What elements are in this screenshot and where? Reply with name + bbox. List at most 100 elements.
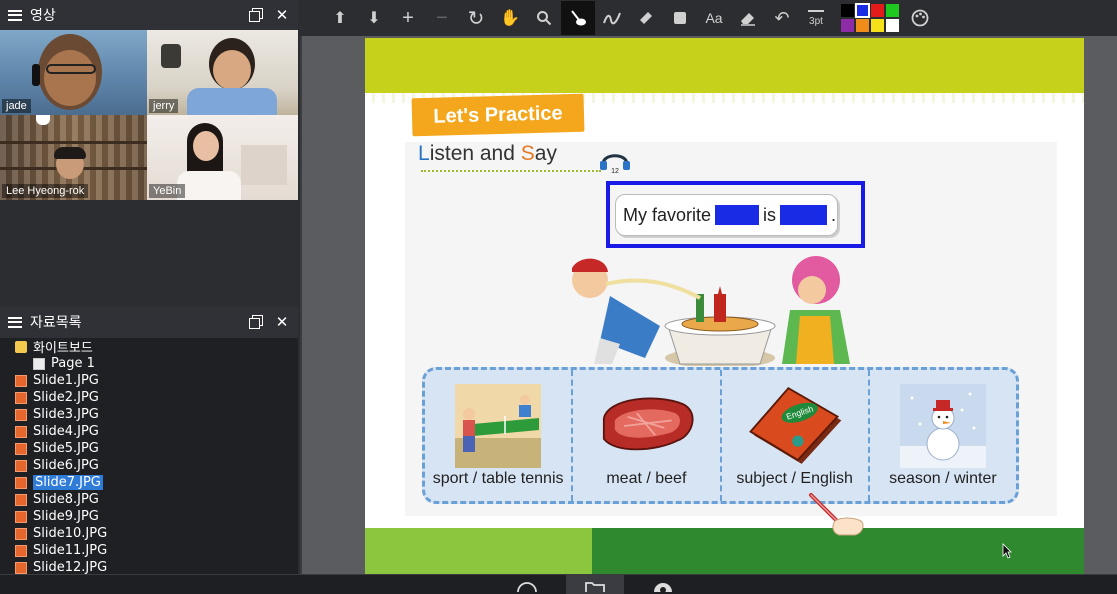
participant-name: YeBin: [149, 184, 186, 198]
palette-icon[interactable]: [903, 1, 937, 35]
file-label: Slide9.JPG: [33, 509, 99, 524]
folder-icon: [15, 340, 27, 353]
color-swatch[interactable]: [886, 4, 899, 17]
color-swatch[interactable]: [841, 19, 854, 32]
file-label: Slide2.JPG: [33, 390, 99, 405]
pointer-hand-icon: [809, 493, 864, 536]
color-swatch[interactable]: [871, 4, 884, 17]
search-icon[interactable]: [527, 1, 561, 35]
file-label: Slide1.JPG: [33, 373, 99, 388]
color-swatch[interactable]: [886, 19, 899, 32]
image-file-icon: [15, 459, 27, 472]
file-label: Slide4.JPG: [33, 424, 99, 439]
color-swatch[interactable]: [855, 3, 870, 18]
folder-label: 화이트보드: [33, 341, 93, 356]
video-tile-jade[interactable]: jade: [0, 30, 147, 115]
file-label: Slide7.JPG: [33, 475, 103, 490]
stroke-size-label: 3pt: [809, 15, 823, 27]
restore-icon[interactable]: [248, 314, 264, 330]
help-icon[interactable]: [634, 575, 692, 594]
menu-icon[interactable]: [8, 9, 22, 21]
whiteboard-toolbar: ⬆ ⬇ + − ↻ ✋ Aa ↶ 3pt: [300, 0, 1117, 36]
vocab-card-season: season / winter: [870, 370, 1016, 501]
pizza-scene-illustration: [572, 256, 850, 366]
vocab-card-subject: English subject / English: [722, 370, 870, 501]
file-item[interactable]: Slide3.JPG: [0, 406, 298, 423]
stroke-size-icon: [808, 9, 824, 12]
image-file-icon: [15, 391, 27, 404]
file-item[interactable]: Slide4.JPG: [0, 423, 298, 440]
image-file-icon: [15, 476, 27, 489]
image-file-icon: [15, 374, 27, 387]
file-label: Slide11.JPG: [33, 543, 108, 558]
image-file-icon: [15, 408, 27, 421]
title-underline: [421, 170, 601, 172]
video-panel-title: 영상: [30, 8, 56, 24]
video-tile-jerry[interactable]: jerry: [147, 30, 298, 115]
page-icon: [33, 357, 45, 370]
app-window: 영상 ✕ jade jerry Lee Hyeong-rok YeBin 자료목…: [0, 0, 1117, 594]
files-panel-title: 자료목록: [30, 315, 82, 331]
hand-icon[interactable]: ✋: [493, 1, 527, 35]
card-caption: subject / English: [736, 470, 853, 487]
pen-icon[interactable]: [595, 1, 629, 35]
arrow-down-icon[interactable]: ⬇: [357, 1, 391, 35]
sentence-middle: is: [763, 204, 777, 225]
snowman-image: [899, 384, 986, 468]
restore-icon[interactable]: [248, 7, 264, 23]
file-item[interactable]: Slide12.JPG: [0, 559, 298, 574]
folder-item-whiteboard[interactable]: 화이트보드: [0, 338, 298, 356]
participant-name: jade: [2, 99, 31, 113]
file-item[interactable]: Slide2.JPG: [0, 389, 298, 406]
files-list: 화이트보드 Page 1 Slide1.JPG Slide2.JPG Slide3.…: [0, 338, 298, 574]
color-swatch[interactable]: [871, 19, 884, 32]
page-item[interactable]: Page 1: [0, 355, 298, 372]
color-swatch[interactable]: [841, 4, 854, 17]
file-item[interactable]: Slide1.JPG: [0, 372, 298, 389]
text-tool-icon[interactable]: Aa: [697, 1, 731, 35]
highlighter-icon[interactable]: [629, 1, 663, 35]
page-label: Page 1: [51, 356, 95, 371]
color-swatch[interactable]: [856, 19, 869, 32]
menu-icon[interactable]: [8, 316, 22, 328]
video-panel-empty-area: [0, 200, 298, 303]
file-item[interactable]: Slide6.JPG: [0, 457, 298, 474]
arrow-up-icon[interactable]: ⬆: [323, 1, 357, 35]
video-tile-lee-hyeong-rok[interactable]: Lee Hyeong-rok: [0, 115, 147, 200]
shape-icon[interactable]: [663, 1, 697, 35]
undo-icon[interactable]: ↶: [765, 1, 799, 35]
zoom-in-icon[interactable]: +: [391, 1, 425, 35]
card-caption: meat / beef: [606, 470, 687, 487]
eraser-icon[interactable]: [731, 1, 765, 35]
image-file-icon: [15, 425, 27, 438]
blank-box-2: [780, 205, 828, 225]
file-item[interactable]: Slide10.JPG: [0, 525, 298, 542]
emoji-icon[interactable]: [498, 575, 556, 594]
file-label: Slide5.JPG: [33, 441, 99, 456]
file-item[interactable]: Slide8.JPG: [0, 491, 298, 508]
mouse-cursor-icon: [1002, 543, 1012, 559]
english-book-image: English: [748, 386, 841, 464]
file-label: Slide10.JPG: [33, 526, 108, 541]
file-item[interactable]: Slide5.JPG: [0, 440, 298, 457]
stroke-size-button[interactable]: 3pt: [799, 1, 833, 35]
vocab-card-meat: meat / beef: [573, 370, 722, 501]
headphone-icon: 12: [597, 148, 633, 175]
file-item[interactable]: Slide9.JPG: [0, 508, 298, 525]
slide-top-band: [365, 38, 1084, 98]
video-grid: jade jerry Lee Hyeong-rok YeBin: [0, 30, 298, 200]
pointer-tool-icon[interactable]: [561, 1, 595, 35]
zoom-out-icon[interactable]: −: [425, 1, 459, 35]
close-icon[interactable]: ✕: [274, 7, 290, 23]
file-item[interactable]: Slide11.JPG: [0, 542, 298, 559]
rotate-icon[interactable]: ↻: [459, 1, 493, 35]
whiteboard-canvas[interactable]: Let's Practice Listen and Say 12 My favo…: [300, 36, 1117, 574]
video-tile-yebin[interactable]: YeBin: [147, 115, 298, 200]
file-item[interactable]: Slide7.JPG: [0, 474, 298, 491]
close-icon[interactable]: ✕: [274, 314, 290, 330]
vocab-card-sport: sport / table tennis: [425, 370, 574, 501]
sentence-start: My favorite: [623, 204, 712, 225]
card-caption: season / winter: [889, 470, 997, 487]
participant-name: Lee Hyeong-rok: [2, 184, 89, 198]
folder-icon[interactable]: [566, 575, 624, 594]
